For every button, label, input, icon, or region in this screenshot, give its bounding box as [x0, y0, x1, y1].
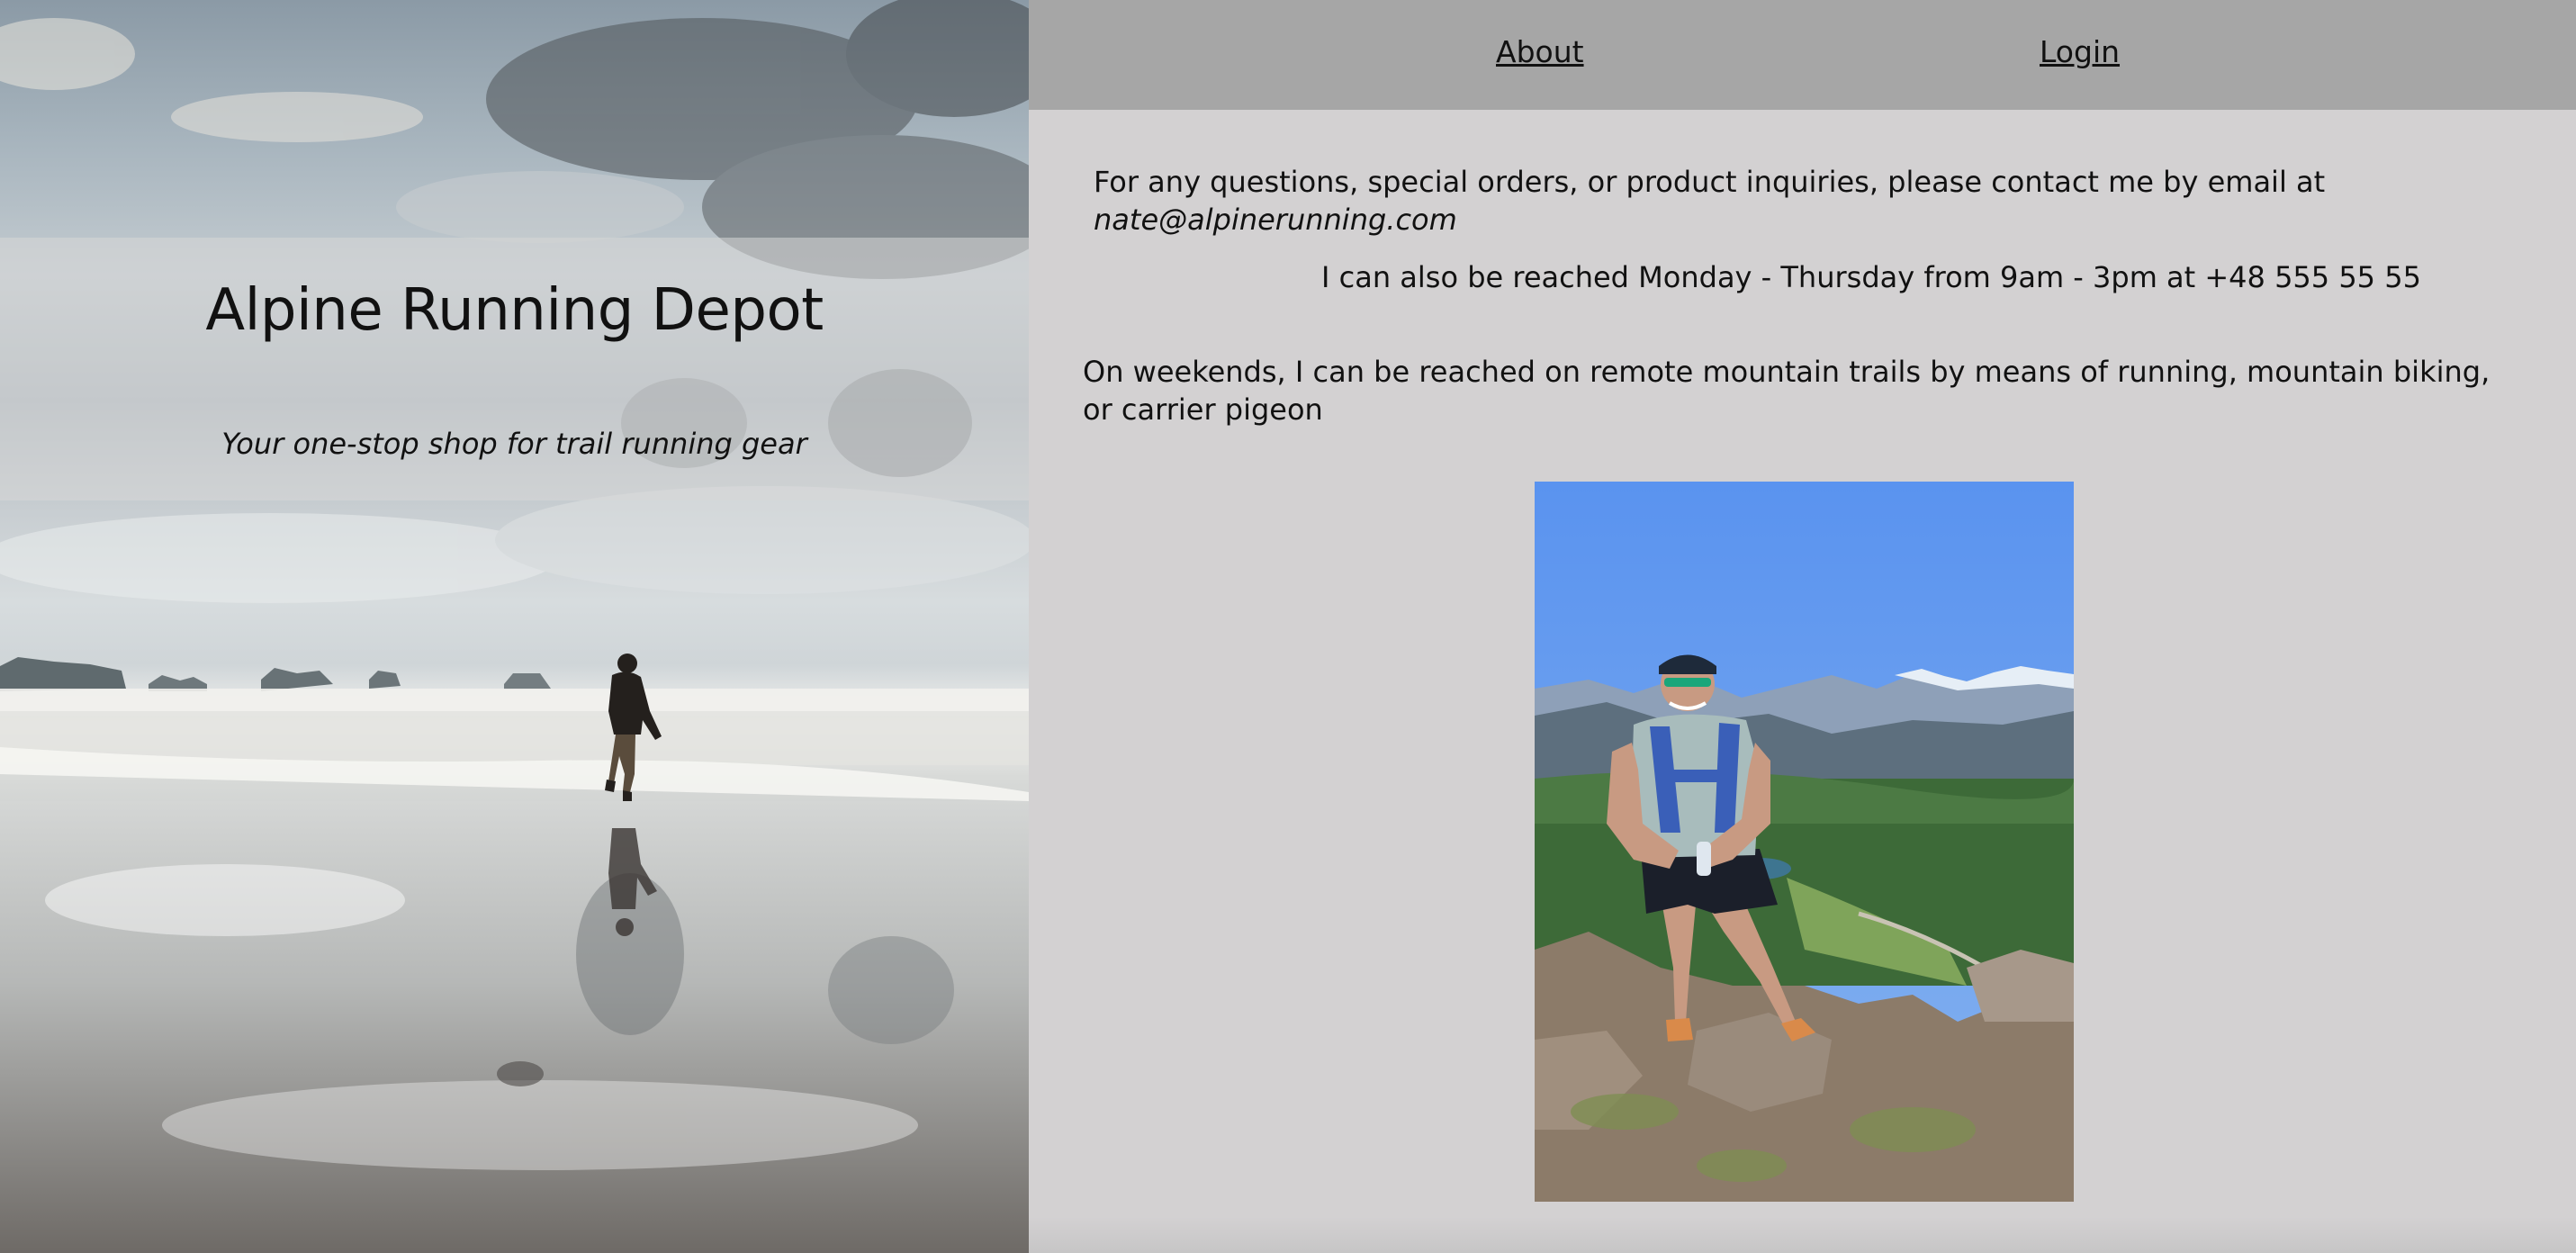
- nav-login-link[interactable]: Login: [2040, 34, 2120, 69]
- bottom-shade: [1029, 1217, 2576, 1253]
- site-tagline: Your one-stop shop for trail running gea…: [221, 427, 807, 461]
- contact-panel: About Login For any questions, special o…: [1029, 0, 2576, 1253]
- hero-panel: Alpine Running Depot Your one-stop shop …: [0, 0, 1029, 1253]
- site-title: Alpine Running Depot: [205, 277, 824, 344]
- owner-photo-image: [1535, 482, 2074, 1202]
- owner-photo: [1535, 482, 2074, 1202]
- title-band: Alpine Running Depot Your one-stop shop …: [0, 238, 1029, 500]
- top-nav: About Login: [1029, 0, 2576, 110]
- beach-runner-image: [0, 0, 1029, 1253]
- contact-weekend-line: On weekends, I can be reached on remote …: [1083, 355, 2490, 427]
- nav-about-link[interactable]: About: [1496, 34, 1584, 69]
- contact-email-address: nate@alpinerunning.com: [1094, 203, 1457, 237]
- contact-email-line: For any questions, special orders, or pr…: [1094, 163, 2543, 239]
- contact-phone-line: I can also be reached Monday - Thursday …: [1321, 260, 2421, 294]
- contact-email-text: For any questions, special orders, or pr…: [1094, 165, 2326, 199]
- page: Alpine Running Depot Your one-stop shop …: [0, 0, 2576, 1253]
